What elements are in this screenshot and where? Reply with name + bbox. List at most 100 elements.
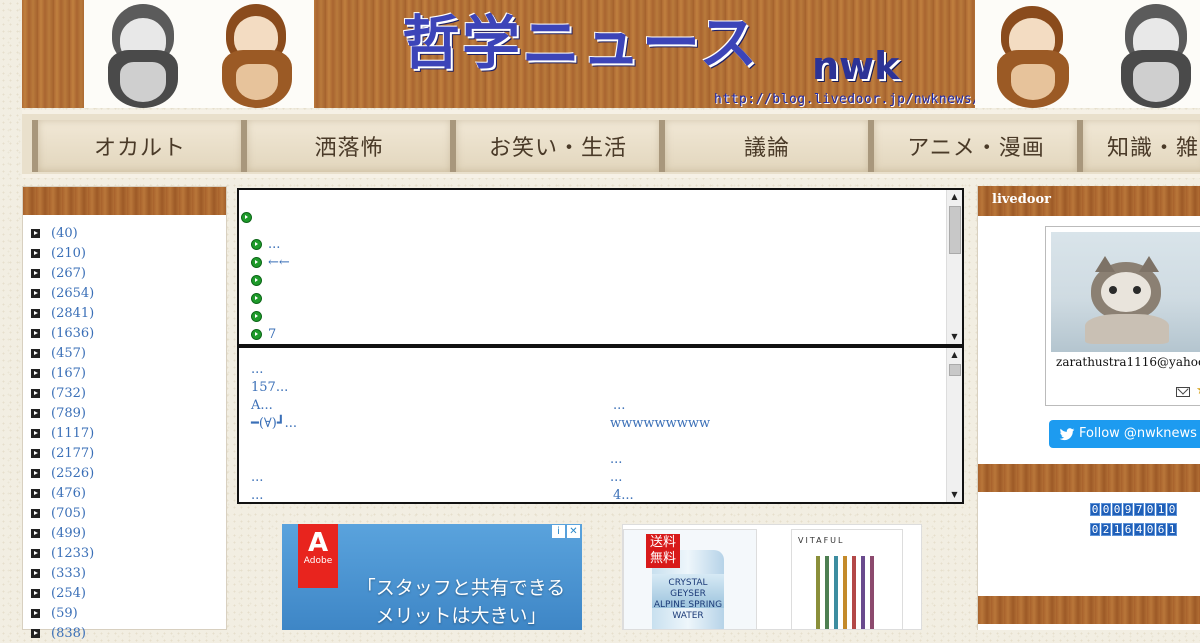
mail-icon[interactable] [1176,387,1190,397]
list-item[interactable]: (167) [31,363,226,383]
site-url[interactable]: http://blog.livedoor.jp/nwknews/ [714,92,980,107]
nav-tab-knowledge[interactable]: 知識・雑 [1077,120,1200,172]
feed-item-title[interactable]: ... [610,452,622,467]
category-count[interactable]: (267) [51,266,86,281]
adobe-ad-banner[interactable]: A Adobe i ✕ 「スタッフと共有できる メリットは大きい」 [282,524,582,630]
counter-digit: 0 [1145,503,1155,516]
feed-item-title[interactable]: 7 [268,327,276,342]
nav-tab-anime-manga[interactable]: アニメ・漫画 [868,120,1080,172]
list-item[interactable]: (457) [31,343,226,363]
category-count[interactable]: (333) [51,566,86,581]
list-item[interactable]: (476) [31,483,226,503]
feed2-scrollbar[interactable]: ▲ ▼ [946,348,962,502]
product-ad-banner[interactable]: CRYSTAL GEYSER ALPINE SPRING WATER 送料無料 … [622,524,922,630]
category-count[interactable]: (167) [51,366,86,381]
list-item[interactable]: (59) [31,603,226,623]
feed-item-title[interactable]: 157... [251,380,288,395]
scroll-up-icon[interactable]: ▲ [947,190,962,204]
product-label-title: CRYSTAL GEYSER [668,578,708,599]
site-title[interactable]: 哲学ニュース [402,14,759,72]
water-product-image[interactable]: CRYSTAL GEYSER ALPINE SPRING WATER 送料無料 [623,529,757,629]
list-item[interactable]: (2526) [31,463,226,483]
arrow-bullet-icon [31,448,40,458]
scroll-up-icon[interactable]: ▲ [947,348,962,362]
category-count[interactable]: (1636) [51,326,94,341]
arrow-bullet-icon [31,548,40,558]
left-sidebar-header [23,187,226,215]
list-item[interactable]: (2654) [31,283,226,303]
list-item[interactable]: (1117) [31,423,226,443]
list-item[interactable]: (789) [31,403,226,423]
email-address[interactable]: zarathustra1116@yahoo.co.jp [1056,355,1200,369]
list-item[interactable]: ... [251,237,280,253]
list-item[interactable]: (2841) [31,303,226,323]
scroll-down-icon[interactable]: ▼ [947,488,962,502]
list-item[interactable]: (267) [31,263,226,283]
list-item[interactable] [251,309,268,325]
list-item[interactable]: (838) [31,623,226,643]
close-icon[interactable]: ✕ [567,525,580,538]
category-count[interactable]: (254) [51,586,86,601]
nav-tab-sharekowa[interactable]: 洒落怖 [241,120,453,172]
category-count[interactable]: (457) [51,346,86,361]
list-item[interactable]: 7 [251,327,276,343]
feed-item-title[interactable]: A... [251,398,273,413]
category-count[interactable]: (2841) [51,306,94,321]
list-item[interactable]: (333) [31,563,226,583]
scroll-thumb[interactable] [949,206,961,254]
list-item[interactable] [251,273,268,289]
category-count[interactable]: (476) [51,486,86,501]
feed-item-title[interactable]: wwwwwwwww [610,416,710,431]
adchoices-icon[interactable]: i [552,525,565,538]
nav-tab-debate[interactable]: 議論 [659,120,871,172]
feed-item-title[interactable]: ←← [268,255,290,270]
list-item[interactable]: (1233) [31,543,226,563]
feed1-scrollbar[interactable]: ▲ ▼ [946,190,962,344]
feed-item-title[interactable]: ━(∀)┛... [251,416,297,431]
site-title-block[interactable]: 哲学ニュース nwk [402,14,899,88]
category-count[interactable]: (40) [51,226,78,241]
category-count[interactable]: (59) [51,606,78,621]
feed-item-title[interactable]: ... [251,362,263,377]
scroll-down-icon[interactable]: ▼ [947,330,962,344]
nav-tab-occult[interactable]: オカルト [32,120,244,172]
feed-item-title[interactable]: ... [613,398,625,413]
category-count[interactable]: (1117) [51,426,94,441]
counter-digit: 0 [1090,523,1100,536]
twitter-follow-button[interactable]: Follow @nwknews [1049,420,1200,448]
list-item[interactable]: (1636) [31,323,226,343]
site-abbr[interactable]: nwk [812,44,899,88]
counter-digit: 6 [1123,523,1133,536]
list-item[interactable]: (705) [31,503,226,523]
category-count[interactable]: (732) [51,386,86,401]
list-item[interactable]: (499) [31,523,226,543]
feed-item-title[interactable]: ... [268,237,280,252]
category-count[interactable]: (2177) [51,446,94,461]
category-count[interactable]: (789) [51,406,86,421]
list-item[interactable]: (254) [31,583,226,603]
category-count[interactable]: (838) [51,626,86,641]
category-count[interactable]: (210) [51,246,86,261]
profile-card: zarathustra1116@yahoo.co.jp ★ [1045,226,1200,406]
stick-icon [834,556,838,629]
follow-label[interactable]: Follow @nwknews [1079,426,1197,441]
list-item[interactable]: ←← [251,255,290,271]
feed-item-title[interactable]: ... [251,470,263,485]
list-item[interactable]: (2177) [31,443,226,463]
category-count[interactable]: (1233) [51,546,94,561]
category-count[interactable]: (499) [51,526,86,541]
scroll-thumb[interactable] [949,364,961,376]
category-count[interactable]: (705) [51,506,86,521]
category-count[interactable]: (2526) [51,466,94,481]
list-item[interactable]: (210) [31,243,226,263]
list-item[interactable]: (40) [31,223,226,243]
category-count[interactable]: (2654) [51,286,94,301]
feed-item-title[interactable]: ... [610,470,622,485]
nav-tab-comedy-life[interactable]: お笑い・生活 [450,120,662,172]
list-item[interactable]: (732) [31,383,226,403]
vitaful-product-image[interactable]: VITAFUL [791,529,903,629]
feed-item-title[interactable]: 4... [613,488,634,502]
star-icon[interactable]: ★ [1196,383,1200,398]
list-item[interactable] [251,291,268,307]
feed-item-title[interactable]: ... [251,488,263,502]
